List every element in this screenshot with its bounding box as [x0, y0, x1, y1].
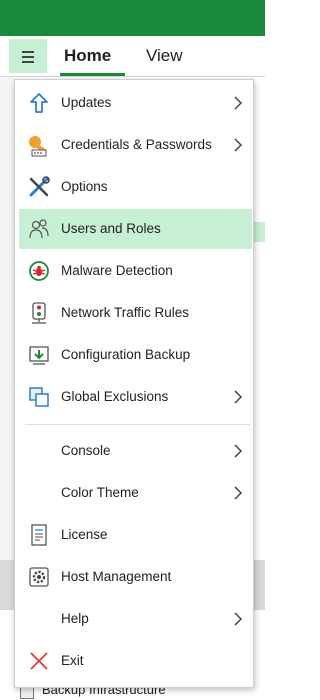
tab-home[interactable]: Home — [59, 36, 126, 76]
background-panel-edge — [0, 77, 14, 560]
menu-item-label: Help — [61, 611, 89, 626]
menu-item-help[interactable]: Help — [19, 599, 252, 639]
config-backup-icon — [29, 346, 49, 365]
gear-icon — [29, 567, 49, 587]
menu-item-malware-detection[interactable]: Malware Detection — [19, 251, 252, 291]
chevron-right-icon — [234, 390, 243, 404]
menu-item-options[interactable]: Options — [19, 167, 252, 207]
tools-icon — [29, 176, 50, 197]
menu-item-network-traffic-rules[interactable]: Network Traffic Rules — [19, 293, 252, 333]
menu-item-label: Malware Detection — [61, 263, 173, 278]
chevron-right-icon — [234, 444, 243, 458]
menu-item-license[interactable]: License — [19, 515, 252, 555]
menu-item-global-exclusions[interactable]: Global Exclusions — [19, 377, 252, 417]
close-icon — [30, 652, 48, 670]
menu-item-users-and-roles[interactable]: Users and Roles — [19, 209, 252, 249]
menu-item-label: Global Exclusions — [61, 389, 169, 404]
malware-icon — [29, 261, 49, 281]
exclusions-icon — [29, 387, 49, 407]
updates-icon — [30, 93, 48, 113]
main-menu-dropdown: Updates Credentials & Passwords Options … — [14, 79, 254, 688]
main-menu-button[interactable] — [9, 39, 47, 73]
key-icon — [29, 136, 47, 157]
menu-item-label: Color Theme — [61, 485, 139, 500]
chevron-right-icon — [234, 612, 243, 626]
menu-item-updates[interactable]: Updates — [19, 83, 252, 123]
menu-item-label: Network Traffic Rules — [61, 305, 190, 320]
menu-separator — [25, 424, 250, 425]
menu-item-credentials[interactable]: Credentials & Passwords — [19, 125, 252, 165]
menu-item-console[interactable]: Console — [19, 431, 252, 471]
hamburger-icon — [22, 51, 34, 53]
menu-item-host-management[interactable]: Host Management — [19, 557, 252, 597]
tab-view[interactable]: View — [146, 36, 183, 76]
title-bar — [0, 0, 265, 36]
users-icon — [29, 219, 49, 239]
menu-item-color-theme[interactable]: Color Theme — [19, 473, 252, 513]
traffic-light-icon — [32, 302, 46, 324]
menu-item-label: Host Management — [61, 569, 172, 584]
menu-item-label: Configuration Backup — [61, 347, 191, 362]
menu-item-label: Console — [61, 443, 111, 458]
menu-item-label: License — [61, 527, 108, 542]
menu-item-label: Updates — [61, 95, 112, 110]
menu-item-label: Credentials & Passwords — [61, 137, 212, 152]
menu-item-configuration-backup[interactable]: Configuration Backup — [19, 335, 252, 375]
chevron-right-icon — [234, 486, 243, 500]
license-icon — [31, 524, 47, 546]
menu-item-label: Users and Roles — [61, 221, 161, 236]
ribbon-tab-bar: Home View — [0, 36, 265, 77]
chevron-right-icon — [234, 138, 243, 152]
menu-item-label: Exit — [61, 653, 84, 668]
menu-item-label: Options — [61, 179, 108, 194]
menu-item-exit[interactable]: Exit — [19, 641, 252, 681]
chevron-right-icon — [234, 96, 243, 110]
